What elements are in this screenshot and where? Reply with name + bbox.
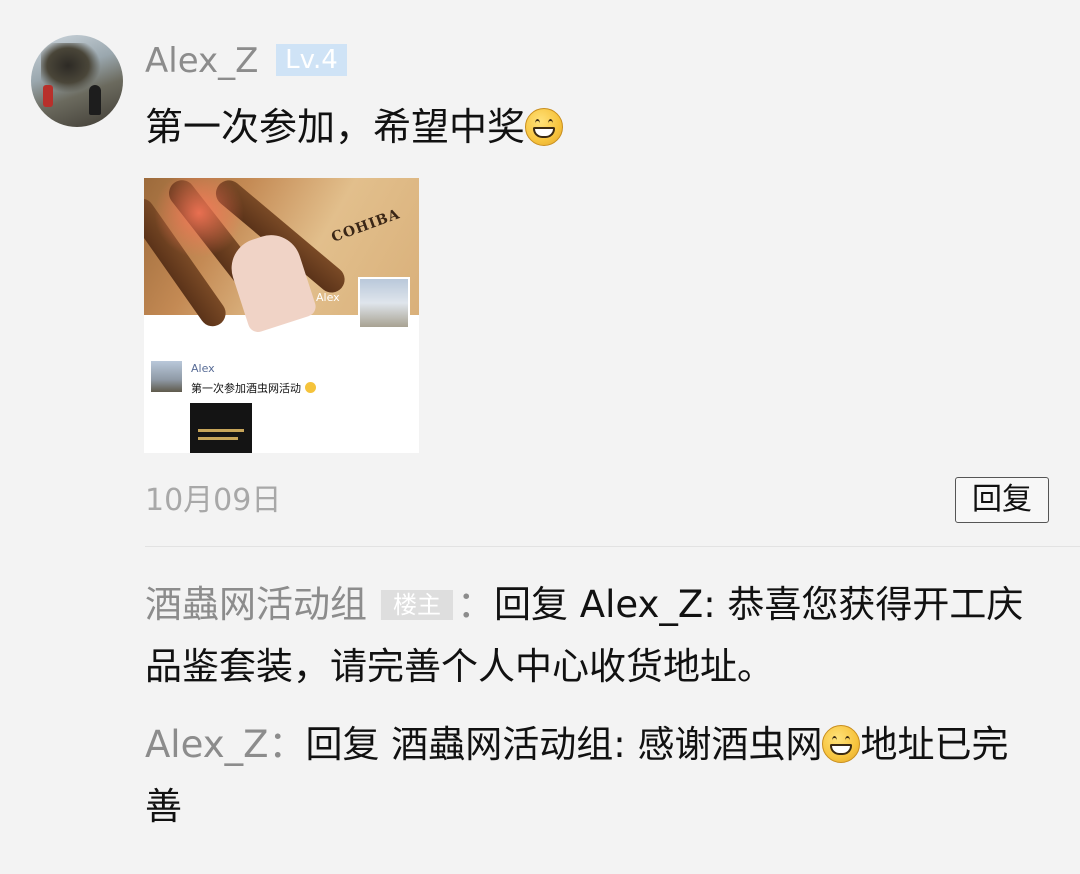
moments-text: 第一次参加酒虫网活动	[191, 380, 316, 396]
comment-author[interactable]: 酒蟲网活动组	[145, 583, 367, 626]
comment-text-before-emoji: 回复 酒蟲网活动组: 感谢酒虫网	[305, 723, 823, 766]
emoji-icon	[304, 382, 316, 393]
comment-separator: ：	[457, 583, 494, 626]
profile-thumbnail	[358, 277, 410, 329]
post-date: 10月09日	[145, 483, 282, 518]
avatar-person	[89, 85, 101, 115]
moments-name: Alex	[191, 362, 215, 375]
level-badge: Lv.4	[276, 44, 347, 76]
cigar-photo: COHIBA Alex	[144, 178, 419, 335]
moments-avatar	[151, 361, 182, 392]
post-text-content: 第一次参加，希望中奖	[145, 105, 526, 149]
user-avatar[interactable]	[31, 35, 123, 127]
reply-button[interactable]: 回复	[955, 477, 1049, 523]
comment-author[interactable]: Alex_Z	[145, 723, 268, 766]
brand-logo-text: COHIBA	[329, 206, 403, 246]
moments-text-content: 第一次参加酒虫网活动	[191, 382, 301, 395]
avatar-lantern	[43, 85, 53, 107]
photo-caption-name: Alex	[316, 291, 340, 304]
grinning-face-emoji-icon	[525, 108, 564, 146]
post-text: 第一次参加，希望中奖	[145, 100, 564, 154]
comment-item[interactable]: 酒蟲网活动组 楼主 ：回复 Alex_Z: 恭喜您获得开工庆品鉴套装，请完善个人中心…	[145, 574, 1045, 698]
divider	[145, 546, 1080, 547]
poster-gold-line	[198, 429, 244, 432]
light-glare	[154, 178, 244, 258]
comment-separator: ：	[268, 723, 306, 766]
op-badge: 楼主	[381, 590, 453, 620]
grinning-face-emoji-icon	[822, 725, 861, 763]
moments-poster-image	[190, 403, 252, 453]
comment-item[interactable]: Alex_Z：回复 酒蟲网活动组: 感谢酒虫网 地址已完善	[145, 714, 1045, 838]
post-author-name[interactable]: Alex_Z	[145, 38, 258, 84]
post-image[interactable]: COHIBA Alex Alex 第一次参加酒虫网活动	[144, 178, 419, 453]
poster-gold-line	[198, 437, 238, 440]
